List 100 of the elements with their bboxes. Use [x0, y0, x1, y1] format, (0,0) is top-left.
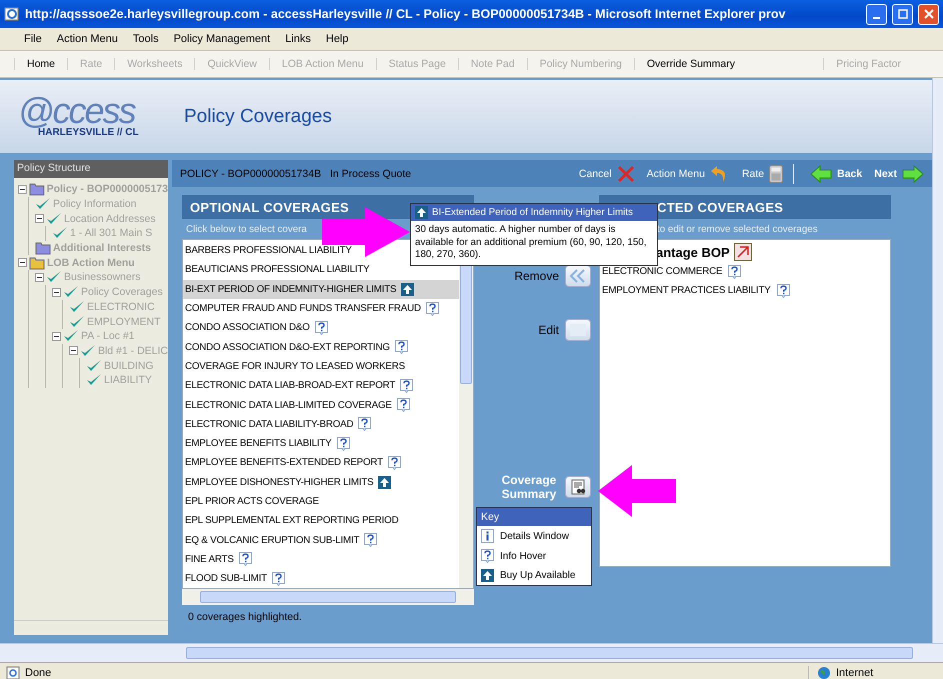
coverage-item[interactable]: EQ & VOLCANIC ERUPTION SUB-LIMIT — [183, 530, 459, 550]
minimize-button[interactable] — [866, 4, 887, 24]
coverage-item[interactable]: EMPLOYEE BENEFITS LIABILITY — [183, 434, 459, 454]
coverage-action-button[interactable]: Edit — [538, 319, 591, 341]
collapse-icon[interactable] — [69, 346, 78, 356]
info-icon — [238, 552, 252, 566]
blank-icon — [565, 319, 591, 341]
scrollbar[interactable] — [14, 620, 168, 635]
collapse-icon[interactable] — [52, 332, 61, 341]
status-text: Done — [25, 667, 52, 679]
coverage-item[interactable]: COVERAGE FOR INJURY TO LEASED WORKERS — [183, 356, 459, 376]
info-icon — [272, 572, 285, 586]
info-icon — [481, 549, 494, 563]
info-icon — [388, 456, 401, 470]
calculator-icon — [769, 164, 784, 182]
left-arrow-icon — [810, 164, 832, 182]
coverage-item[interactable]: EMPLOYMENT PRACTICES LIABILITY — [602, 285, 771, 296]
coverage-item[interactable]: EMPLOYEE BENEFITS-EXTENDED REPORT — [183, 453, 459, 473]
coverage-item[interactable]: EMPLOYEE DISHONESTY-HIGHER LIMITS — [183, 472, 459, 492]
coverage-item[interactable]: FINE ARTS — [183, 550, 459, 570]
coverage-item[interactable]: ELECTRONIC DATA LIABILITY-BROAD — [183, 414, 459, 434]
coverage-item[interactable]: BEAUTICIANS PROFESSIONAL LIABILITY — [183, 260, 459, 280]
check-icon — [35, 197, 51, 212]
coverage-item[interactable]: FLOOD SUB-LIMIT — [183, 569, 459, 588]
menu-item[interactable]: Links — [285, 33, 311, 45]
close-button[interactable] — [918, 4, 939, 24]
info-icon — [728, 264, 742, 278]
check-icon — [46, 212, 62, 226]
info-icon — [396, 398, 410, 412]
info-icon — [400, 378, 414, 393]
toolbar-tab[interactable]: Override Summary — [634, 58, 747, 70]
logo-subtitle: HARLEYSVILLE // CL — [38, 127, 140, 138]
details-icon — [481, 529, 494, 543]
menu-item[interactable]: Action Menu — [56, 33, 118, 45]
up-arrow-icon — [415, 206, 428, 219]
check-icon — [80, 344, 96, 358]
legend-label: Details Window — [500, 530, 569, 542]
menu-item[interactable]: Tools — [132, 33, 159, 45]
panel-hint: Click below to select covera — [186, 224, 307, 234]
scrollbar[interactable] — [0, 643, 943, 662]
up-arrow-icon — [401, 282, 414, 296]
check-icon — [46, 270, 62, 284]
coverage-item[interactable]: ELECTRONIC DATA LIAB-LIMITED COVERAGE — [183, 395, 459, 415]
scrollbar[interactable] — [932, 78, 943, 643]
info-icon — [364, 533, 378, 548]
page-title: Policy Coverages — [184, 106, 332, 128]
check-icon — [63, 329, 79, 344]
collapse-icon[interactable] — [35, 272, 44, 282]
minimize-icon — [873, 17, 880, 19]
info-icon — [358, 417, 372, 432]
coverage-item[interactable]: ELECTRONIC DATA LIAB-BROAD-EXT REPORT — [183, 376, 459, 396]
coverage-item[interactable]: EPL SUPPLEMENTAL EXT REPORTING PERIOD — [183, 511, 459, 530]
collapse-icon[interactable] — [52, 288, 61, 297]
info-icon — [314, 320, 328, 335]
legend-label: Info Hover — [500, 550, 546, 562]
check-icon — [69, 300, 85, 314]
info-icon — [776, 284, 790, 298]
browser-icon — [4, 6, 20, 22]
info-icon — [336, 436, 350, 451]
globe-icon — [817, 666, 831, 679]
document-icon — [565, 476, 591, 498]
check-icon — [52, 226, 68, 240]
collapse-icon[interactable] — [18, 258, 27, 268]
menu-item[interactable]: Policy Management — [174, 33, 270, 45]
menu-item[interactable]: Help — [326, 33, 348, 45]
double-left-icon — [565, 265, 591, 287]
coverage-item[interactable]: CONDO ASSOCIATION D&O — [183, 318, 459, 338]
check-icon — [69, 314, 85, 329]
toolbar-tab[interactable]: Home — [14, 58, 68, 70]
maximize-button[interactable] — [892, 4, 913, 24]
coverage-item[interactable]: ELECTRONIC COMMERCE — [602, 266, 722, 277]
zone-text: Internet — [836, 667, 874, 679]
action-button[interactable]: Action Menu — [646, 164, 730, 182]
legend-title: Key — [477, 508, 591, 526]
tooltip-text: 30 days automatic. A higher number of days is available for an additional premium (60, 90, 120, 150, 180, 270, 360). — [414, 223, 648, 262]
legend-label: Buy Up Available — [500, 570, 576, 581]
coverage-item[interactable]: EPL PRIOR ACTS COVERAGE — [183, 492, 459, 512]
check-icon — [63, 285, 79, 300]
scrollbar[interactable] — [182, 589, 474, 605]
up-arrow-icon — [481, 569, 494, 582]
check-icon — [86, 373, 102, 388]
coverage-item[interactable]: COMPUTER FRAUD AND FUNDS TRANSFER FRAUD — [183, 298, 459, 318]
action-button[interactable]: Back — [810, 164, 862, 182]
close-icon — [924, 9, 934, 19]
logo-text: @ccess — [18, 95, 136, 127]
action-button[interactable]: Cancel — [578, 164, 635, 182]
collapse-icon[interactable] — [18, 184, 27, 194]
page-icon — [6, 666, 20, 679]
pdf-icon[interactable] — [734, 243, 752, 261]
info-icon — [394, 340, 408, 354]
check-icon — [86, 358, 102, 373]
coverage-item[interactable]: BI-EXT PERIOD OF INDEMNITY-HIGHER LIMITS — [183, 280, 459, 299]
policy-status: In Process Quote — [329, 168, 412, 180]
menu-item[interactable]: File — [24, 33, 42, 45]
collapse-icon[interactable] — [35, 214, 44, 224]
maximize-icon — [898, 9, 908, 19]
coverage-item[interactable]: CONDO ASSOCIATION D&O-EXT REPORTING — [183, 337, 459, 357]
up-arrow-icon — [378, 476, 392, 489]
action-button[interactable]: Rate — [742, 164, 784, 182]
action-button[interactable]: Next — [874, 164, 924, 182]
